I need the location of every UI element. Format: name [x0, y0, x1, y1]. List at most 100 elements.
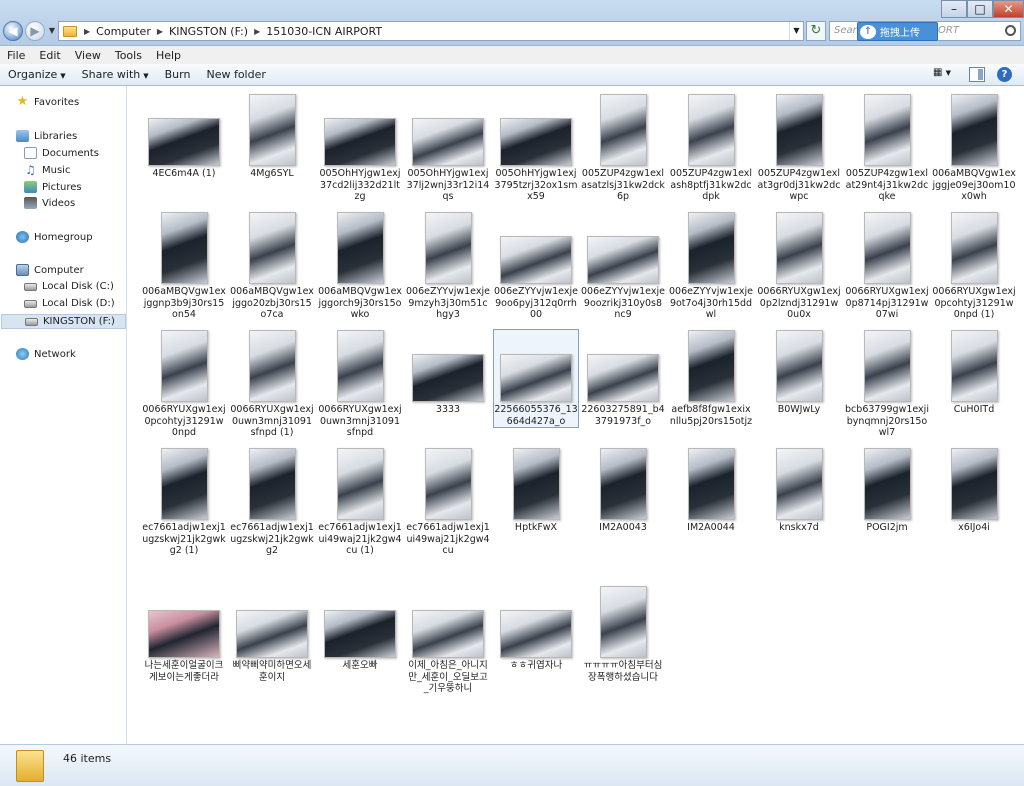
nav-music[interactable]: ♫ Music — [24, 164, 70, 176]
nav-kingston-drive[interactable]: KINGSTON (F:) — [1, 314, 126, 329]
file-item[interactable]: 0066RYUXgw1exj0uwn3mnj31091sfnpd (1) — [230, 330, 314, 439]
nav-libraries[interactable]: Libraries — [16, 130, 77, 142]
menu-file[interactable]: File — [0, 49, 32, 62]
title-bar: ◀ ▶ ▼ ▶ Computer ▶ KINGSTON (F:) ▶ 15103… — [0, 0, 1024, 46]
nav-network[interactable]: Network — [16, 348, 76, 360]
organize-button[interactable]: Organize ▼ — [0, 68, 74, 81]
breadcrumb-folder[interactable]: 151030-ICN AIRPORT — [263, 25, 385, 38]
image-thumbnail — [412, 354, 484, 402]
nav-homegroup[interactable]: Homegroup — [16, 231, 93, 243]
file-item[interactable]: 006eZYYvjw1exje9oozrikj310y0s8nc9 — [581, 212, 665, 321]
chevron-right-icon[interactable]: ▶ — [81, 27, 93, 36]
burn-button[interactable]: Burn — [157, 68, 199, 81]
file-item[interactable]: ㅎㅎ귀엽자나 — [494, 586, 578, 672]
search-icon[interactable] — [1005, 25, 1016, 36]
folder-icon — [63, 25, 77, 37]
file-item[interactable]: 세훈오빠 — [318, 586, 402, 672]
image-thumbnail — [587, 354, 659, 402]
breadcrumb-computer[interactable]: Computer — [93, 25, 154, 38]
file-item[interactable]: 006aMBQVgw1exjggnp3b9j30rs15on54 — [142, 212, 226, 321]
upload-popup-label: 拖拽上传 — [880, 28, 920, 39]
file-item[interactable]: ㅠㅠㅠㅠ아침부터심장폭행하셨습니다 — [581, 586, 665, 683]
file-item[interactable]: 005OhHYjgw1exj37lj2wnj33r12i14qs — [406, 94, 490, 203]
chevron-right-icon[interactable]: ▶ — [154, 27, 166, 36]
nav-libraries-label: Libraries — [34, 130, 78, 142]
file-item[interactable]: 006aMBQVgw1exjggo20zbj30rs15o7ca — [230, 212, 314, 321]
recent-pages-dropdown[interactable]: ▼ — [47, 24, 57, 38]
menu-tools[interactable]: Tools — [108, 49, 149, 62]
file-item[interactable]: 나는세훈이얼굴이크게보이는게좋더라 — [142, 586, 226, 683]
file-item[interactable]: aefb8f8fgw1exixnllu5pj20rs15otjz — [669, 330, 753, 427]
file-item[interactable]: 005ZUP4zgw1exlat29nt4j31kw2dcqke — [845, 94, 929, 203]
file-item[interactable]: 005ZUP4zgw1exlasatzlsj31kw2dck6p — [581, 94, 665, 203]
file-item[interactable]: ec7661adjw1exj1ugzskwj21jk2gwkg2 (1) — [142, 448, 226, 557]
share-with-button[interactable]: Share with ▼ — [74, 68, 157, 81]
forward-button[interactable]: ▶ — [25, 21, 45, 41]
file-item[interactable]: knskx7d — [757, 448, 841, 534]
file-item[interactable]: 22603275891_b43791973f_o — [581, 330, 665, 427]
file-item[interactable]: bcb63799gw1exjibynqmnj20rs15owl7 — [845, 330, 929, 439]
file-item[interactable]: 006aMBQVgw1exjggje09ej30om10x0wh — [932, 94, 1016, 203]
maximize-button[interactable]: □ — [967, 0, 993, 18]
close-button[interactable]: ✕ — [993, 0, 1024, 18]
help-button[interactable]: ? — [997, 67, 1012, 82]
file-item[interactable]: 0066RYUXgw1exj0uwn3mnj31091sfnpd — [318, 330, 402, 439]
file-item[interactable]: 0066RYUXgw1exj0pcohtyj31291w0npd — [142, 330, 226, 439]
file-item[interactable]: 006eZYYvjw1exje9oo6pyj312q0rrh00 — [494, 212, 578, 321]
file-item[interactable]: 4EC6m4A (1) — [142, 94, 226, 180]
homegroup-icon — [16, 231, 29, 243]
file-item[interactable]: 22566055376_13664d427a_o — [493, 329, 579, 428]
file-item[interactable]: 006eZYYvjw1exje9mzyh3j30m51chgy3 — [406, 212, 490, 321]
menu-edit[interactable]: Edit — [32, 49, 67, 62]
file-item[interactable]: 005ZUP4zgw1exlat3gr0dj31kw2dcwpc — [757, 94, 841, 203]
image-thumbnail — [424, 448, 472, 520]
preview-pane-button[interactable] — [969, 67, 985, 82]
nav-videos[interactable]: Videos — [24, 197, 75, 209]
address-bar[interactable]: ▶ Computer ▶ KINGSTON (F:) ▶ 151030-ICN … — [58, 21, 804, 41]
new-folder-button[interactable]: New folder — [198, 68, 273, 81]
back-button[interactable]: ◀ — [3, 21, 23, 41]
file-item[interactable]: HptkFwX — [494, 448, 578, 534]
image-thumbnail — [336, 448, 384, 520]
file-item[interactable]: 삐약삐약미하면오세훈이지 — [230, 586, 314, 683]
file-item[interactable]: x6IJo4i — [932, 448, 1016, 534]
menu-view[interactable]: View — [68, 49, 108, 62]
chevron-right-icon[interactable]: ▶ — [251, 27, 263, 36]
file-item[interactable]: 005OhHYjgw1exj37cd2lij332d21ltzg — [318, 94, 402, 203]
file-item[interactable]: B0WJwLy — [757, 330, 841, 416]
image-thumbnail — [775, 94, 823, 166]
chevron-down-icon[interactable]: ▼ — [789, 22, 803, 40]
file-item[interactable]: 0066RYUXgw1exj0p8714pj31291w07wi — [845, 212, 929, 321]
nav-documents[interactable]: Documents — [24, 147, 99, 159]
nav-local-disk-c[interactable]: Local Disk (C:) — [24, 281, 114, 292]
menu-help[interactable]: Help — [149, 49, 188, 62]
file-item[interactable]: ec7661adjw1exj1ui49waj21jk2gw4cu (1) — [318, 448, 402, 557]
file-name: ec7661adjw1exj1ui49waj21jk2gw4cu — [406, 522, 490, 556]
file-item[interactable]: IM2A0043 — [581, 448, 665, 534]
file-item[interactable]: 006aMBQVgw1exjggorch9j30rs15owko — [318, 212, 402, 321]
file-item[interactable]: ec7661adjw1exj1ugzskwj21jk2gwkg2 — [230, 448, 314, 557]
file-item[interactable]: POGI2jm — [845, 448, 929, 534]
nav-favorites[interactable]: ★ Favorites — [16, 95, 80, 108]
file-item[interactable]: 005ZUP4zgw1exlash8ptfj31kw2dcdpk — [669, 94, 753, 203]
file-item[interactable]: 3333 — [406, 330, 490, 416]
file-item[interactable]: 005OhHYjgw1exj3795tzrj32ox1smx59 — [494, 94, 578, 203]
file-item[interactable]: 0066RYUXgw1exj0p2lzndj31291w0u0x — [757, 212, 841, 321]
refresh-button[interactable]: ↻ — [806, 21, 826, 41]
nav-computer[interactable]: Computer — [16, 264, 84, 276]
upload-popup[interactable]: ↑ 拖拽上传 — [857, 22, 938, 41]
file-item[interactable]: 4Mg6SYL — [230, 94, 314, 180]
change-view-button[interactable]: ▦ ▼ — [927, 67, 957, 83]
minimize-button[interactable]: – — [941, 0, 967, 18]
cloud-upload-icon: ↑ — [860, 24, 876, 39]
nav-pictures[interactable]: Pictures — [24, 181, 82, 193]
file-item[interactable]: IM2A0044 — [669, 448, 753, 534]
breadcrumb-kingston[interactable]: KINGSTON (F:) — [166, 25, 251, 38]
file-item[interactable]: ec7661adjw1exj1ui49waj21jk2gw4cu — [406, 448, 490, 557]
file-item[interactable]: 006eZYYvjw1exje9ot7o4j30rh15ddwl — [669, 212, 753, 321]
file-item[interactable]: 0066RYUXgw1exj0pcohtyj31291w0npd (1) — [932, 212, 1016, 321]
file-item[interactable]: CuH0ITd — [932, 330, 1016, 416]
nav-local-disk-d[interactable]: Local Disk (D:) — [24, 298, 115, 309]
file-item[interactable]: 이제_아침은_아니지만_세훈이_오딜보고_기우뚱하니 — [406, 586, 490, 695]
nav-local-disk-d-label: Local Disk (D:) — [42, 298, 115, 309]
